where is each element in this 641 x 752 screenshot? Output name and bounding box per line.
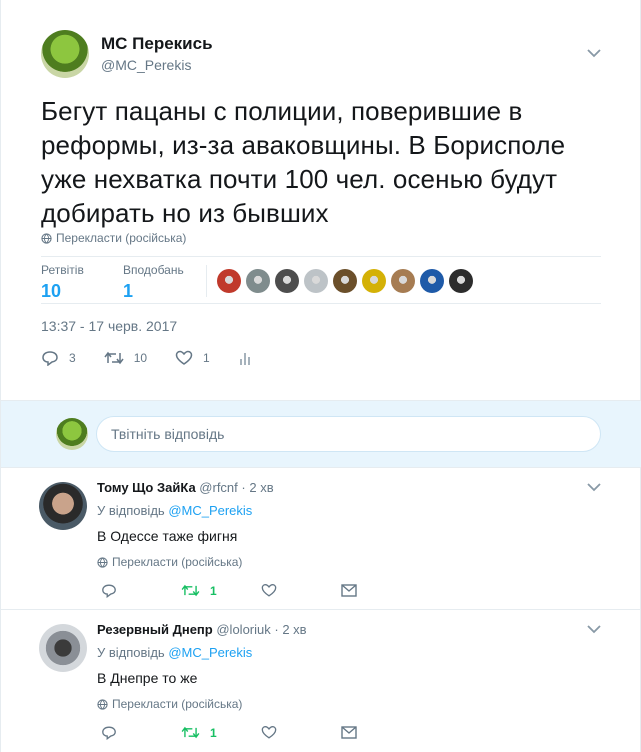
reply-author-handle[interactable]: @loloriuk [216,622,270,637]
translate-label: Перекласти (російська) [112,697,243,711]
retweet-button[interactable]: 1 [181,726,261,740]
tweet-text: Бегут пацаны с полиции, поверившие в реф… [41,96,566,228]
heart-icon [261,584,277,597]
reply-tweet[interactable]: Тому Що ЗайКа @rfcnf · 2 хв У відповідь … [1,468,641,610]
likes-stat[interactable]: Вподобань 1 [123,263,184,302]
retweet-icon [181,584,200,597]
reply-avatar[interactable] [39,624,87,672]
tweet-stats: Ретвітів 10 Вподобань 1 [41,256,601,304]
reply-prefix: У відповідь [97,503,165,518]
liker-avatar[interactable] [246,269,270,293]
like-button[interactable] [261,725,341,740]
reply-author-handle[interactable]: @rfcnf [199,480,237,495]
liker-avatar[interactable] [333,269,357,293]
reply-header: Резервный Днепр @loloriuk · 2 хв [97,622,307,637]
reply-icon [102,726,116,740]
author-avatar[interactable] [41,30,89,78]
reply-prefix: У відповідь [97,645,165,660]
translate-label: Перекласти (російська) [112,555,243,569]
heart-icon [261,726,277,739]
translate-link[interactable]: Перекласти (російська) [97,697,242,711]
reply-tweet[interactable]: Резервный Днепр @loloriuk · 2 хв У відпо… [1,610,641,752]
reply-button[interactable] [101,725,181,740]
tweet-actions: 3 10 1 [41,350,280,366]
liker-avatar[interactable] [420,269,444,293]
retweets-label: Ретвітів [41,263,84,277]
globe-icon [97,556,108,568]
retweets-stat[interactable]: Ретвітів 10 [41,263,84,302]
likers-avatars [217,269,473,293]
translate-link[interactable]: Перекласти (російська) [41,231,186,245]
reply-mention[interactable]: @MC_Perekis [168,645,252,660]
reply-author-name[interactable]: Тому Що ЗайКа [97,480,196,495]
current-user-avatar [56,418,88,450]
translate-link[interactable]: Перекласти (російська) [97,555,242,569]
author-name[interactable]: МС Перекись [101,34,213,54]
bar-chart-icon [239,353,250,365]
reply-actions: 1 [101,583,421,598]
reply-icon [42,351,58,366]
reply-text: В Днепре то же [97,670,198,686]
analytics-button[interactable] [238,350,252,366]
retweet-count: 10 [133,351,148,365]
liker-avatar[interactable] [362,269,386,293]
reply-context: У відповідь @MC_Perekis [97,503,252,518]
retweet-icon [104,351,124,365]
message-button[interactable] [341,726,421,739]
likes-count: 1 [123,281,134,301]
envelope-icon [341,584,357,597]
globe-icon [41,232,52,244]
reply-time[interactable]: 2 хв [282,622,306,637]
liker-avatar[interactable] [217,269,241,293]
retweet-button[interactable]: 10 [104,351,147,365]
author-handle[interactable]: @MC_Perekis [101,57,191,73]
tweet-timestamp[interactable]: 13:37 - 17 черв. 2017 [41,318,177,334]
reply-button[interactable]: 3 [41,350,76,366]
retweet-count: 1 [210,583,217,598]
reply-text: В Одессе таже фигня [97,528,238,544]
heart-icon [175,350,193,365]
reply-author-name[interactable]: Резервный Днепр [97,622,213,637]
chevron-down-icon[interactable] [586,48,602,58]
reply-count: 3 [69,351,76,365]
retweet-count: 1 [210,725,217,740]
liker-avatar[interactable] [275,269,299,293]
message-button[interactable] [341,584,421,597]
liker-avatar[interactable] [391,269,415,293]
retweet-button[interactable]: 1 [181,584,261,598]
retweets-count: 10 [41,281,62,301]
stats-divider [206,265,207,297]
tweet-page: МС Перекись @MC_Perekis Бегут пацаны с п… [0,0,641,752]
reply-header: Тому Що ЗайКа @rfcnf · 2 хв [97,480,274,495]
envelope-icon [341,726,357,739]
liker-avatar[interactable] [304,269,328,293]
reply-icon [102,584,116,598]
dot-separator: · [274,622,279,637]
translate-label: Перекласти (російська) [56,231,187,245]
reply-button[interactable] [101,583,181,598]
reply-context: У відповідь @MC_Perekis [97,645,252,660]
reply-actions: 1 [101,725,421,740]
reply-avatar[interactable] [39,482,87,530]
chevron-down-icon[interactable] [586,624,602,634]
reply-mention[interactable]: @MC_Perekis [168,503,252,518]
liker-avatar[interactable] [449,269,473,293]
globe-icon [97,698,108,710]
like-button[interactable]: 1 [175,350,210,366]
like-count: 1 [203,351,210,365]
likes-label: Вподобань [123,263,184,277]
dot-separator: · [241,480,246,495]
reply-input[interactable]: Твітніть відповідь [96,416,601,452]
like-button[interactable] [261,583,341,598]
retweet-icon [181,726,200,739]
reply-time[interactable]: 2 хв [249,480,273,495]
chevron-down-icon[interactable] [586,482,602,492]
reply-composer: Твітніть відповідь [1,400,641,468]
